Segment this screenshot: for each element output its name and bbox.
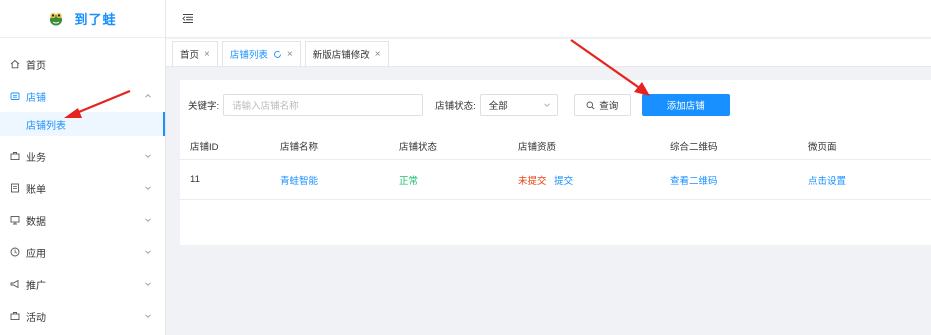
- sidebar-item-label: 数据: [26, 216, 46, 228]
- chevron-up-icon: [145, 94, 151, 98]
- top-header: [166, 0, 931, 38]
- status-select[interactable]: 全部: [479, 94, 558, 116]
- chevron-down-icon: [145, 154, 151, 158]
- column-header: 微页面: [808, 141, 837, 153]
- chevron-down-icon: [145, 282, 151, 286]
- bill-icon: [10, 183, 20, 193]
- sidebar-item-data[interactable]: 数据: [0, 204, 165, 236]
- brand-name: 到了蛙: [74, 12, 117, 27]
- refresh-icon[interactable]: [273, 50, 282, 59]
- data-icon: [10, 215, 20, 225]
- tab-label: 首页: [180, 50, 200, 61]
- chevron-down-icon: [145, 250, 151, 254]
- sidebar-item-label: 推广: [26, 280, 46, 292]
- chevron-down-icon: [145, 314, 151, 318]
- sidebar-item-business[interactable]: 业务: [0, 140, 165, 172]
- search-button-label: 查询: [599, 101, 619, 112]
- chevron-down-icon: [543, 103, 550, 107]
- filter-bar: 关键字: 请输入店铺名称 店铺状态: 全部 查询 添加店铺: [188, 94, 730, 116]
- column-header: 店铺ID: [190, 141, 219, 153]
- sidebar-item-activity[interactable]: 活动: [0, 300, 165, 332]
- brand-logo[interactable]: 到了蛙: [0, 0, 165, 38]
- column-header: 店铺名称: [280, 141, 319, 153]
- shop-id-cell: 11: [190, 174, 200, 185]
- tab-new-shop-edit[interactable]: 新版店铺修改 ×: [304, 41, 389, 66]
- micro-page-setting-link[interactable]: 点击设置: [808, 173, 931, 187]
- shop-name-link[interactable]: 青蛙智能: [280, 173, 399, 187]
- column-header: 店铺状态: [399, 141, 438, 153]
- sidebar-item-promotion[interactable]: 推广: [0, 268, 165, 300]
- add-shop-button[interactable]: 添加店铺: [641, 94, 730, 116]
- frog-logo-icon: [50, 12, 63, 25]
- content-panel: 关键字: 请输入店铺名称 店铺状态: 全部 查询 添加店铺 店铺ID 店铺名称 …: [180, 80, 931, 245]
- shop-icon: [10, 91, 20, 101]
- table-header: 店铺ID 店铺名称 店铺状态 店铺资质 综合二维码 微页面: [180, 132, 931, 160]
- close-icon[interactable]: ×: [287, 49, 293, 60]
- close-icon[interactable]: ×: [204, 49, 210, 60]
- collapse-menu-icon[interactable]: [182, 13, 194, 24]
- sidebar-item-shop[interactable]: 店铺: [0, 80, 165, 112]
- view-qrcode-link[interactable]: 查看二维码: [670, 173, 808, 187]
- tab-bar: 首页 × 店铺列表 × 新版店铺修改 ×: [166, 39, 931, 67]
- column-header: 综合二维码: [670, 141, 718, 153]
- sidebar-subitem-label: 店铺列表: [26, 120, 66, 132]
- chevron-down-icon: [145, 218, 151, 222]
- sidebar-item-label: 账单: [26, 184, 46, 196]
- status-label: 店铺状态:: [435, 101, 476, 112]
- tab-label: 店铺列表: [229, 50, 268, 61]
- close-icon[interactable]: ×: [375, 49, 381, 60]
- sidebar-item-label: 活动: [26, 312, 46, 324]
- sidebar-item-home[interactable]: 首页: [0, 48, 165, 80]
- search-icon: [586, 101, 595, 110]
- sidebar-item-label: 店铺: [26, 92, 46, 104]
- sidebar-item-label: 应用: [26, 248, 46, 260]
- sidebar-item-bill[interactable]: 账单: [0, 172, 165, 204]
- tab-home[interactable]: 首页 ×: [172, 41, 218, 66]
- sidebar-item-label: 首页: [26, 60, 46, 72]
- keyword-label: 关键字:: [188, 101, 220, 112]
- sidebar-item-apps[interactable]: 应用: [0, 236, 165, 268]
- sidebar-item-label: 业务: [26, 152, 46, 164]
- keyword-placeholder: 请输入店铺名称: [232, 101, 299, 112]
- chevron-down-icon: [145, 186, 151, 190]
- app-icon: [10, 247, 20, 257]
- tab-label: 新版店铺修改: [312, 50, 370, 61]
- add-shop-button-label: 添加店铺: [666, 101, 705, 112]
- shop-status-cell: 正常: [399, 175, 419, 187]
- business-icon: [10, 151, 20, 161]
- search-button[interactable]: 查询: [573, 94, 631, 116]
- sidebar-subitem-shop-list[interactable]: 店铺列表: [0, 112, 165, 136]
- status-select-value: 全部: [488, 101, 508, 112]
- keyword-input[interactable]: 请输入店铺名称: [223, 94, 424, 116]
- table-row: 11 青蛙智能 正常 未提交 提交 查看二维码 点击设置: [180, 160, 931, 200]
- sidebar-menu: 首页 店铺 店铺列表 业务 账单 数据 应用 推广 活动: [0, 38, 165, 332]
- sidebar: 到了蛙 首页 店铺 店铺列表 业务 账单 数据 应用 推广 活动: [0, 0, 166, 335]
- qualification-state: 未提交: [518, 175, 547, 187]
- shop-qualification-cell: 未提交 提交: [518, 173, 670, 187]
- home-icon: [10, 59, 20, 69]
- activity-icon: [10, 311, 20, 321]
- shop-table: 店铺ID 店铺名称 店铺状态 店铺资质 综合二维码 微页面 11 青蛙智能 正常…: [180, 132, 931, 200]
- column-header: 店铺资质: [518, 141, 557, 153]
- promo-icon: [10, 279, 20, 289]
- tab-shop-list[interactable]: 店铺列表 ×: [221, 41, 301, 66]
- submit-qualification-link[interactable]: 提交: [554, 176, 573, 187]
